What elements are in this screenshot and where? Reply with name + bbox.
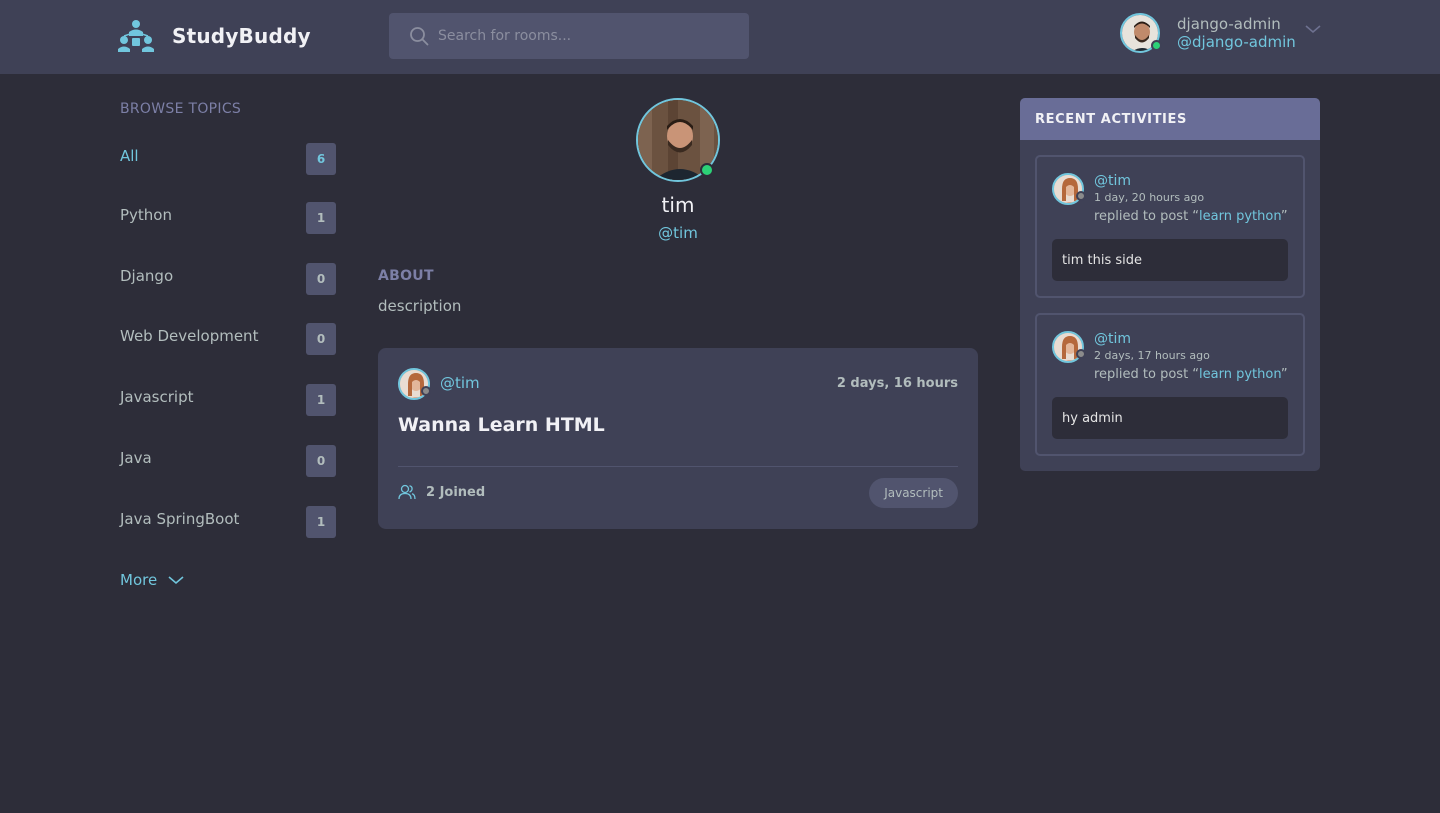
- activity-user-link[interactable]: @tim: [1094, 331, 1131, 347]
- search-icon: [410, 27, 429, 46]
- activity-action-suffix: ”: [1280, 209, 1288, 224]
- topic-item-web-development[interactable]: Web Development 0: [120, 323, 336, 355]
- activity-description: replied to post “learn python”: [1094, 367, 1288, 382]
- activity-message: tim this side: [1052, 239, 1288, 281]
- activity-action-suffix: ”: [1280, 367, 1288, 382]
- room-host-link[interactable]: @tim: [440, 374, 480, 392]
- more-label: More: [120, 571, 158, 589]
- activity-post-link[interactable]: learn python: [1199, 367, 1281, 382]
- about-text: description: [378, 297, 462, 315]
- activity-action: replied to post “: [1094, 209, 1200, 224]
- profile-avatar: [636, 98, 720, 182]
- activity-item: @tim 1 day, 20 hours ago replied to post…: [1035, 155, 1305, 298]
- topic-label: Javascript: [120, 388, 194, 406]
- room-card[interactable]: @tim 2 days, 16 hours Wanna Learn HTML 2…: [378, 348, 978, 529]
- recent-activities-panel: RECENT ACTIVITIES @tim 1 day, 20 hours a…: [1020, 98, 1320, 471]
- topic-count-badge: 0: [306, 263, 336, 295]
- user-handle: @django-admin: [1177, 33, 1296, 51]
- topics-sidebar: BROWSE TOPICS All 6 Python 1 Django 0 We…: [120, 101, 336, 589]
- activities-title: RECENT ACTIVITIES: [1020, 98, 1320, 140]
- activity-action: replied to post “: [1094, 367, 1200, 382]
- top-navbar: StudyBuddy django-admin @django-admin: [0, 0, 1440, 74]
- divider: [398, 466, 958, 467]
- topic-count-badge: 6: [306, 143, 336, 175]
- topic-label: Python: [120, 206, 172, 224]
- activity-description: replied to post “learn python”: [1094, 209, 1288, 224]
- topic-label: Django: [120, 267, 174, 285]
- topic-count-badge: 1: [306, 506, 336, 538]
- profile-handle: @tim: [658, 224, 698, 242]
- topic-count-badge: 1: [306, 384, 336, 416]
- activity-post-link[interactable]: learn python: [1199, 209, 1281, 224]
- activity-user-link[interactable]: @tim: [1094, 173, 1131, 189]
- online-status-icon: [700, 163, 714, 177]
- user-name: django-admin: [1177, 15, 1281, 33]
- profile-name: tim: [661, 193, 695, 217]
- users-icon: [398, 484, 416, 500]
- activity-timestamp: 2 days, 17 hours ago: [1094, 349, 1210, 362]
- topic-count-badge: 0: [306, 323, 336, 355]
- topic-label: Java: [120, 449, 152, 467]
- more-topics-button[interactable]: More: [120, 571, 185, 589]
- joined-count: 2 Joined: [426, 484, 486, 500]
- topic-label: Java SpringBoot: [120, 510, 240, 528]
- app-name: StudyBuddy: [172, 24, 311, 48]
- logo-icon: [118, 20, 154, 52]
- room-timestamp: 2 days, 16 hours: [836, 376, 958, 391]
- topic-item-java[interactable]: Java 0: [120, 445, 336, 477]
- logo-link[interactable]: StudyBuddy: [118, 19, 311, 53]
- topic-count-badge: 1: [306, 202, 336, 234]
- topic-item-java-springboot[interactable]: Java SpringBoot 1: [120, 506, 336, 538]
- offline-status-icon: [1076, 191, 1086, 201]
- topic-item-all[interactable]: All 6: [120, 143, 336, 175]
- online-status-icon: [1151, 40, 1162, 51]
- activity-message: hy admin: [1052, 397, 1288, 439]
- about-heading: ABOUT: [378, 268, 434, 284]
- topic-label: Web Development: [120, 327, 259, 345]
- topic-item-django[interactable]: Django 0: [120, 263, 336, 295]
- sidebar-title: BROWSE TOPICS: [120, 101, 242, 117]
- room-topic-tag[interactable]: Javascript: [869, 478, 958, 508]
- chevron-down-icon[interactable]: [1304, 23, 1322, 35]
- user-menu[interactable]: django-admin @django-admin: [1120, 13, 1330, 53]
- room-participants: 2 Joined: [398, 484, 485, 500]
- topic-count-badge: 0: [306, 445, 336, 477]
- topic-item-javascript[interactable]: Javascript 1: [120, 384, 336, 416]
- topic-label: All: [120, 147, 139, 165]
- room-title-link[interactable]: Wanna Learn HTML: [398, 414, 605, 436]
- topic-item-python[interactable]: Python 1: [120, 202, 336, 234]
- search-input[interactable]: [438, 13, 738, 59]
- activity-item: @tim 2 days, 17 hours ago replied to pos…: [1035, 313, 1305, 456]
- offline-status-icon: [1076, 349, 1086, 359]
- activity-timestamp: 1 day, 20 hours ago: [1094, 191, 1205, 204]
- chevron-down-icon: [168, 576, 184, 585]
- offline-status-icon: [421, 386, 431, 396]
- search-bar: [389, 13, 749, 59]
